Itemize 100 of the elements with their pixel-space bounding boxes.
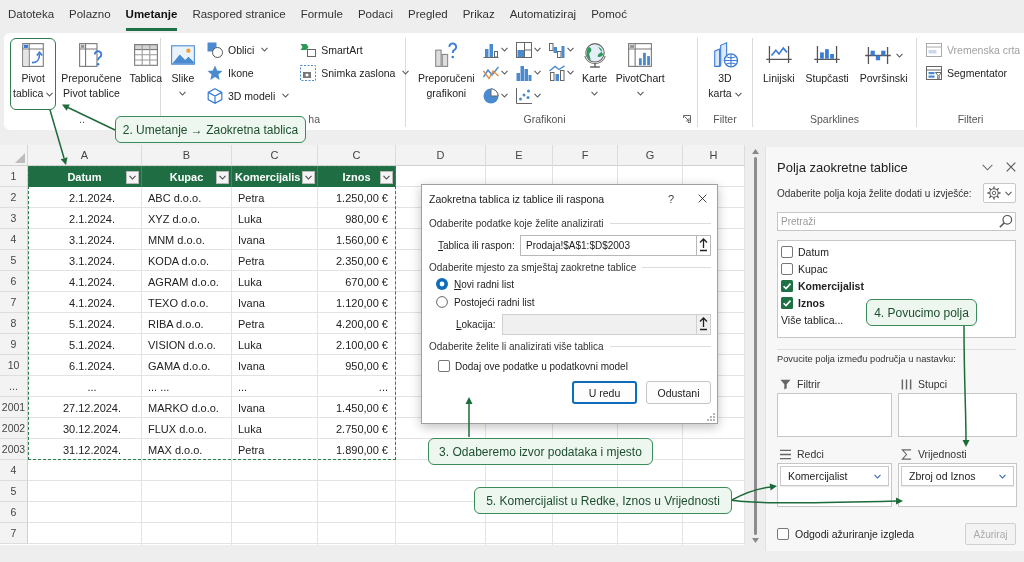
scrollbar-thumb[interactable]: [753, 157, 757, 535]
ribbon-button[interactable]: Snimka zaslona: [297, 61, 413, 84]
menu-tab[interactable]: Formule: [300, 0, 343, 31]
corner-arrow-icon[interactable]: [683, 115, 691, 123]
column-header[interactable]: E: [486, 145, 553, 166]
menu-tab[interactable]: Automatiziraj: [509, 0, 577, 31]
ribbon-button[interactable]: Segmentator: [923, 61, 1024, 84]
filter-button[interactable]: [126, 171, 139, 184]
row-header[interactable]: 7: [0, 523, 28, 544]
settings-button[interactable]: [983, 183, 1016, 203]
arrow-up-bar-icon[interactable]: [696, 235, 711, 256]
column-header[interactable]: F: [553, 145, 618, 166]
row-header[interactable]: 2: [0, 187, 28, 208]
ribbon-button[interactable]: Oblici: [204, 38, 293, 61]
table-cell-text: 30.12.2024.: [61, 421, 123, 437]
checkbox[interactable]: [438, 360, 450, 372]
checkbox[interactable]: [777, 528, 789, 540]
treemap-chart-icon: [515, 41, 532, 58]
scroll-up-icon[interactable]: [751, 149, 759, 154]
range-field[interactable]: Prodaja!$A$1:$D$2003: [520, 235, 696, 256]
row-header[interactable]: 2002: [0, 418, 28, 439]
menu-tab[interactable]: Pregled: [408, 0, 448, 31]
table-cell-text: ...: [237, 379, 249, 395]
menu-tab[interactable]: Raspored stranice: [192, 0, 286, 31]
radio-label[interactable]: Postojeći radni list: [454, 296, 535, 308]
column-header[interactable]: C: [232, 145, 318, 166]
close-icon[interactable]: [698, 194, 707, 203]
arrow-up-bar-icon[interactable]: [696, 314, 711, 335]
menu-tab[interactable]: Prikaz: [462, 0, 495, 31]
column-header[interactable]: A: [28, 145, 142, 166]
dialog-button[interactable]: U redu: [572, 381, 637, 404]
row-header[interactable]: 8: [0, 313, 28, 334]
row-header[interactable]: 4: [0, 229, 28, 250]
row-header[interactable]: ...: [0, 376, 28, 397]
scroll-down-icon[interactable]: [751, 538, 759, 543]
checkbox[interactable]: [781, 262, 793, 275]
ribbon-button[interactable]: Ikone: [204, 61, 293, 84]
row-header[interactable]: 6: [0, 502, 28, 523]
radio-button[interactable]: [436, 278, 448, 290]
ribbon-button[interactable]: Tablica: [126, 38, 166, 110]
row-header[interactable]: 6: [0, 271, 28, 292]
filter-button[interactable]: [302, 171, 315, 184]
checkbox[interactable]: [781, 245, 793, 258]
field-pill[interactable]: Komercijalist: [780, 466, 889, 486]
radio-label[interactable]: Novi radni list: [454, 278, 515, 290]
dialog-button[interactable]: Odustani: [646, 381, 711, 404]
row-header[interactable]: 7: [0, 292, 28, 313]
checkbox-label[interactable]: Odgodi ažuriranje izgleda: [795, 528, 915, 540]
gear-icon: [987, 186, 1001, 200]
field-pill[interactable]: Zbroj od Iznos: [901, 466, 1014, 486]
checkbox-label[interactable]: Dodaj ove podatke u podatkovni model: [455, 360, 628, 372]
help-button[interactable]: ?: [667, 192, 674, 205]
column-header[interactable]: C: [318, 145, 396, 166]
row-header[interactable]: 3: [0, 208, 28, 229]
ribbon-button[interactable]: Karte: [578, 38, 611, 110]
chevron-down-icon[interactable]: [982, 163, 993, 171]
radio-button[interactable]: [436, 296, 448, 308]
table-cell-text: 2.100,00 €: [335, 337, 389, 353]
row-header[interactable]: 10: [0, 355, 28, 376]
ribbon-button[interactable]: 3D modeli: [204, 84, 293, 107]
search-icon[interactable]: [995, 212, 1016, 231]
field-name[interactable]: Datum: [798, 245, 829, 258]
ribbon-button[interactable]: Površinski: [856, 38, 911, 110]
ribbon-button[interactable]: SmartArt: [297, 38, 413, 61]
column-header[interactable]: D: [396, 145, 486, 166]
ribbon-button[interactable]: Pivot tablica: [10, 38, 57, 110]
field-name[interactable]: Komercijalist: [798, 279, 864, 292]
menu-tab[interactable]: Pomoć: [591, 0, 627, 31]
checkbox[interactable]: [781, 296, 793, 309]
close-icon[interactable]: [1006, 162, 1016, 172]
menu-tab[interactable]: Polazno: [69, 0, 111, 31]
resize-grip-icon[interactable]: [707, 413, 715, 421]
column-header[interactable]: B: [142, 145, 232, 166]
filter-button[interactable]: [216, 171, 229, 184]
column-header[interactable]: G: [618, 145, 683, 166]
checkbox[interactable]: [781, 279, 793, 292]
ribbon-button[interactable]: Linijski: [760, 38, 798, 110]
ribbon-button[interactable]: 3D karta: [705, 38, 745, 110]
row-header[interactable]: 2003: [0, 439, 28, 460]
field-name[interactable]: Iznos: [798, 296, 825, 309]
row-header[interactable]: 9: [0, 334, 28, 355]
field-name[interactable]: Kupac: [798, 262, 828, 275]
shapes-icon: [207, 41, 223, 58]
filter-button[interactable]: [380, 171, 393, 184]
ribbon-button[interactable]: Preporučene Pivot tablice: [58, 38, 125, 110]
menu-tab[interactable]: Podaci: [357, 0, 394, 31]
column-header[interactable]: H: [683, 145, 745, 166]
ribbon-button[interactable]: PivotChart: [612, 38, 668, 110]
row-header[interactable]: 5: [0, 481, 28, 502]
more-tables-link[interactable]: Više tablica...: [781, 311, 844, 329]
field-label: Lokacija:: [456, 319, 497, 330]
row-header[interactable]: 5: [0, 250, 28, 271]
rows-icon: [780, 448, 791, 460]
ribbon-button[interactable]: Preporučeni grafikoni: [415, 38, 478, 110]
menu-tab[interactable]: Datoteka: [8, 0, 55, 31]
row-header[interactable]: 4: [0, 460, 28, 481]
row-header[interactable]: 1: [0, 166, 28, 187]
ribbon-button[interactable]: Stupčasti: [802, 38, 852, 110]
row-header[interactable]: 2001: [0, 397, 28, 418]
ribbon-button[interactable]: Slike: [167, 38, 199, 110]
